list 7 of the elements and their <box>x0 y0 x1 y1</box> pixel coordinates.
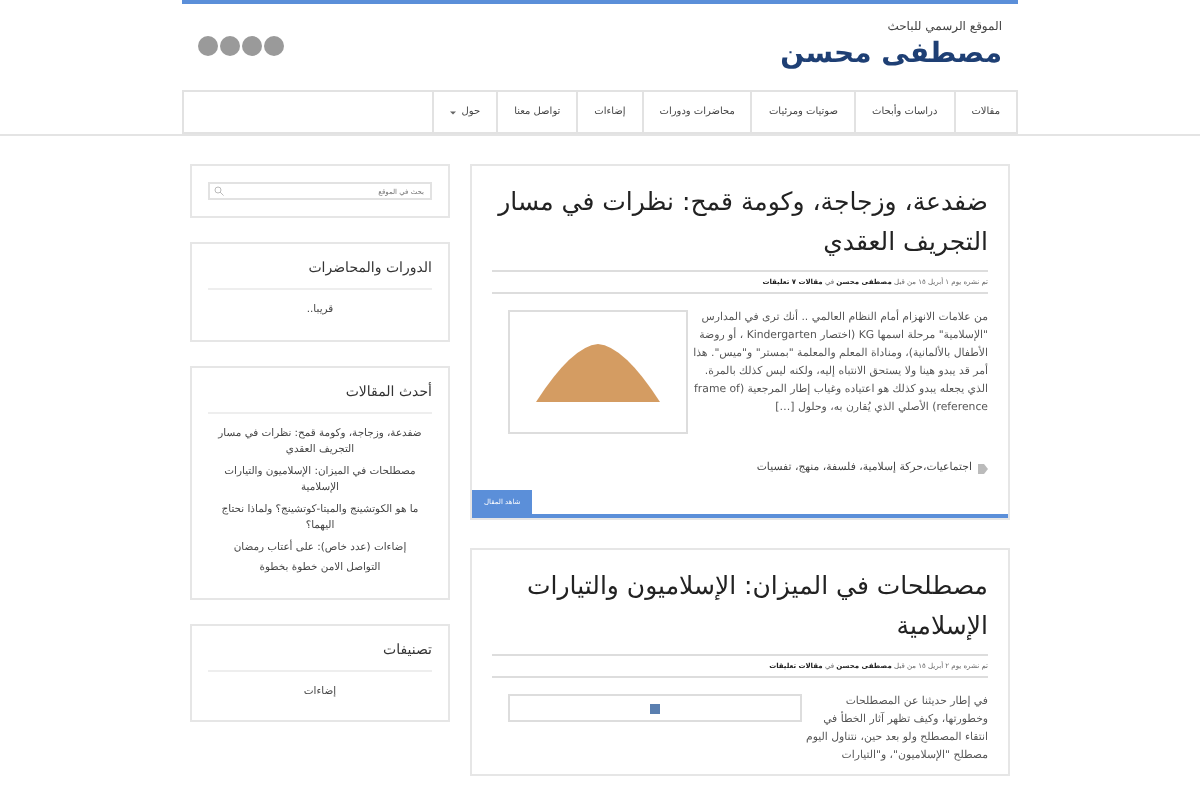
search-icon <box>214 186 224 196</box>
broken-image-icon <box>650 703 660 713</box>
post-title[interactable]: مصطلحات في الميزان: الإسلاميون والتيارات الإسلامية <box>492 566 988 646</box>
site-title[interactable]: مصطفى محسن <box>780 38 1002 70</box>
post-title[interactable]: ضفدعة، وزجاجة، وكومة قمح: نظرات في مسار التجريف العقدي <box>492 182 988 262</box>
sand-pile-drawing <box>532 338 664 406</box>
tag-icon <box>978 463 988 473</box>
